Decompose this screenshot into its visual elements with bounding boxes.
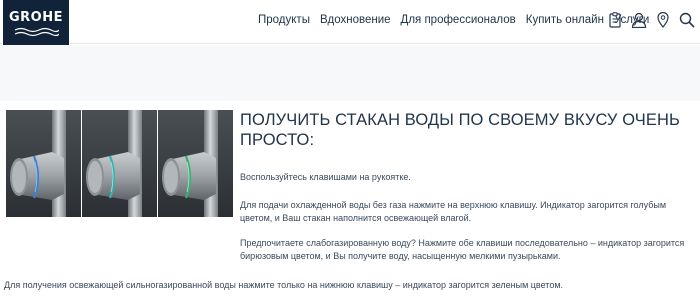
paragraph-intro: Воспользуйтесь клавишами на рукоятке.: [240, 172, 411, 182]
nav-item-inspiration[interactable]: Вдохновение: [320, 14, 391, 26]
search-icon[interactable]: [678, 10, 696, 30]
user-icon[interactable]: [630, 10, 648, 30]
main-nav: Продукты Вдохновение Для профессионалов …: [258, 14, 649, 26]
logo-text: GROHE: [9, 9, 63, 25]
paragraph-sparkling: Для получения освежающей сильногазирован…: [4, 280, 564, 290]
paragraph-still-water: Для подачи охлажденной воды без газа наж…: [240, 200, 667, 223]
logo-waves-icon: [14, 27, 59, 36]
nav-item-buy-online[interactable]: Купить онлайн: [526, 14, 604, 26]
nav-item-professionals[interactable]: Для профессионалов: [401, 14, 516, 26]
faucet-images: [6, 110, 233, 217]
main-content: ПОЛУЧИТЬ СТАКАН ВОДЫ ПО СВОЕМУ ВКУСУ ОЧЕ…: [240, 110, 695, 261]
grohe-logo[interactable]: GROHE: [3, 0, 69, 46]
page-heading: ПОЛУЧИТЬ СТАКАН ВОДЫ ПО СВОЕМУ ВКУСУ ОЧЕ…: [240, 111, 680, 149]
faucet-image-turquoise: [82, 110, 157, 217]
gray-band: [0, 45, 700, 101]
faucet-image-green: [158, 110, 233, 217]
paragraph-light-sparkling: Предпочитаете слабогазированную воду? На…: [240, 238, 685, 261]
location-pin-icon[interactable]: [654, 10, 672, 30]
site-header: GROHE Продукты Вдохновение Для профессио…: [0, 0, 700, 46]
header-icons: [606, 10, 700, 30]
clipboard-icon[interactable]: [606, 10, 624, 30]
nav-item-products[interactable]: Продукты: [258, 14, 310, 26]
faucet-image-blue: [6, 110, 81, 217]
